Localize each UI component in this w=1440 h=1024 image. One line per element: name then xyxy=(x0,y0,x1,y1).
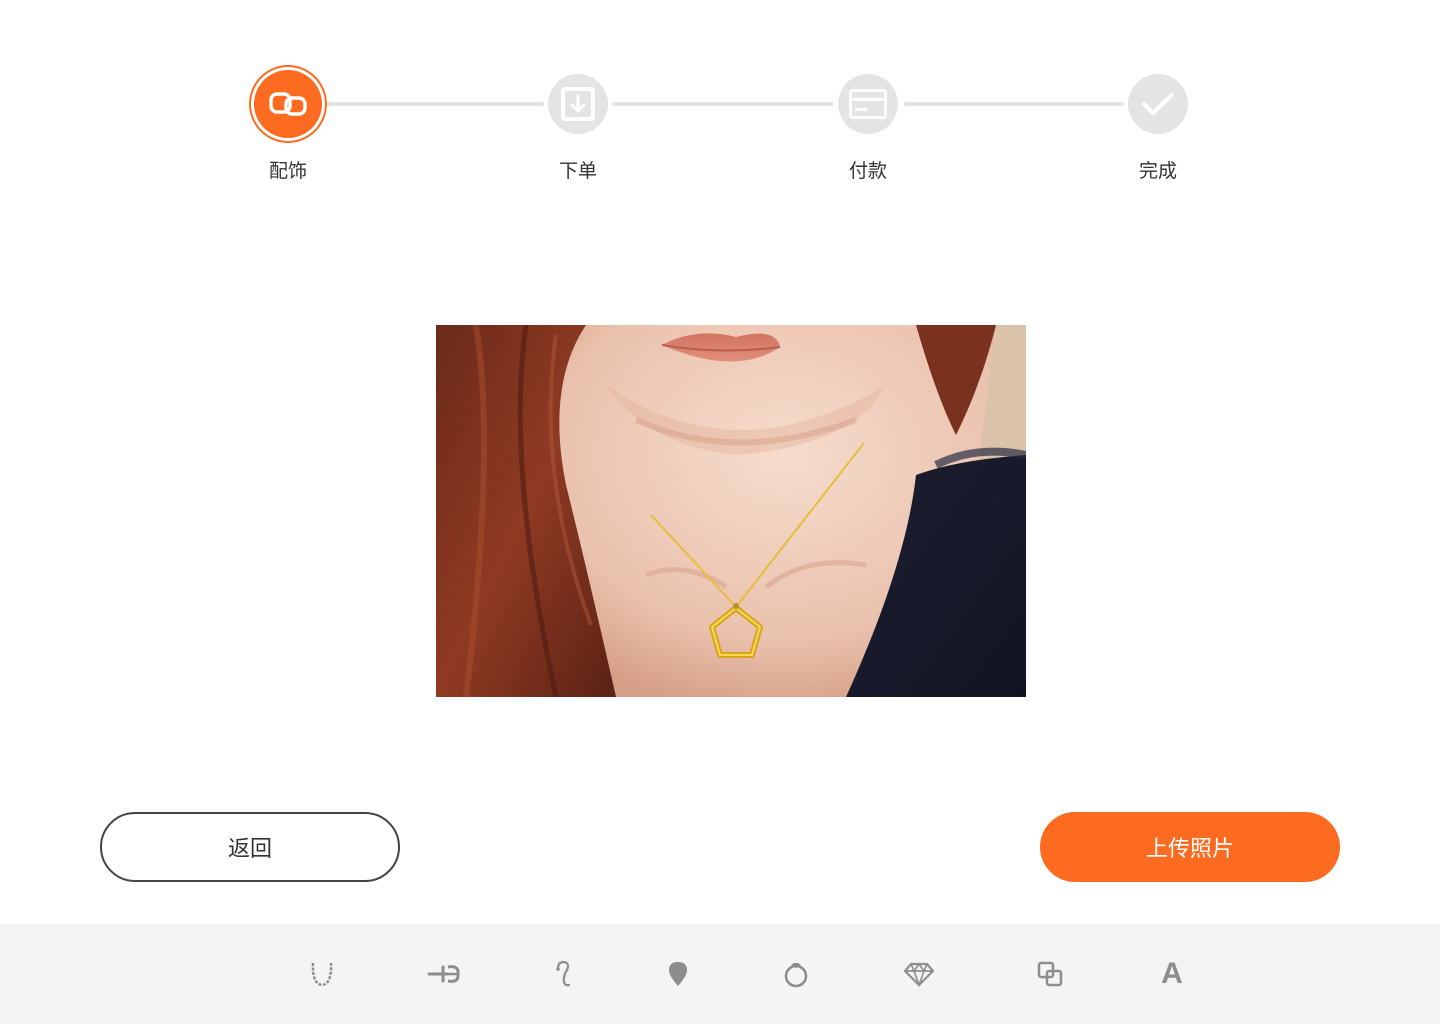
download-box-icon xyxy=(561,87,595,121)
pendant-drop-icon xyxy=(669,962,687,986)
step-circle xyxy=(548,74,608,134)
try-on-preview-image xyxy=(436,325,1026,697)
tool-pendant[interactable] xyxy=(658,954,698,994)
tool-text[interactable]: A xyxy=(1152,954,1192,994)
diamond-icon xyxy=(903,962,935,987)
step-circle xyxy=(254,70,322,138)
step-order[interactable]: 下单 xyxy=(540,66,616,183)
tool-diamond[interactable] xyxy=(899,954,939,994)
check-icon xyxy=(1142,93,1174,115)
step-label: 下单 xyxy=(558,160,597,182)
step-complete[interactable]: 完成 xyxy=(1120,66,1196,183)
layers-icon xyxy=(1037,961,1063,987)
card-icon xyxy=(849,89,887,119)
tool-hook-earring[interactable] xyxy=(543,954,583,994)
accessory-toolbar: A xyxy=(0,924,1440,1024)
step-connector xyxy=(326,102,544,106)
step-label: 完成 xyxy=(1138,160,1177,182)
ring-icon xyxy=(784,963,808,988)
step-payment[interactable]: 付款 xyxy=(830,66,906,183)
hook-earring-icon xyxy=(556,960,571,987)
step-label: 配饰 xyxy=(268,160,307,182)
link-icon xyxy=(269,92,307,116)
tool-stud-earring[interactable] xyxy=(424,954,464,994)
back-button[interactable]: 返回 xyxy=(100,812,400,882)
step-circle xyxy=(838,74,898,134)
step-circle xyxy=(1128,74,1188,134)
step-accessory[interactable]: 配饰 xyxy=(250,66,326,183)
step-connector xyxy=(612,102,833,106)
tool-layers[interactable] xyxy=(1030,954,1070,994)
step-connector xyxy=(904,102,1124,106)
progress-stepper: 配饰 下单 付款 完成 xyxy=(0,0,1440,200)
tool-ring[interactable] xyxy=(776,954,816,994)
necklace-chain-icon xyxy=(311,962,333,987)
earring-stud-icon xyxy=(427,965,460,983)
text-icon: A xyxy=(1161,957,1183,990)
tool-necklace[interactable] xyxy=(302,954,342,994)
step-label: 付款 xyxy=(848,160,887,182)
upload-photo-button[interactable]: 上传照片 xyxy=(1040,812,1340,882)
